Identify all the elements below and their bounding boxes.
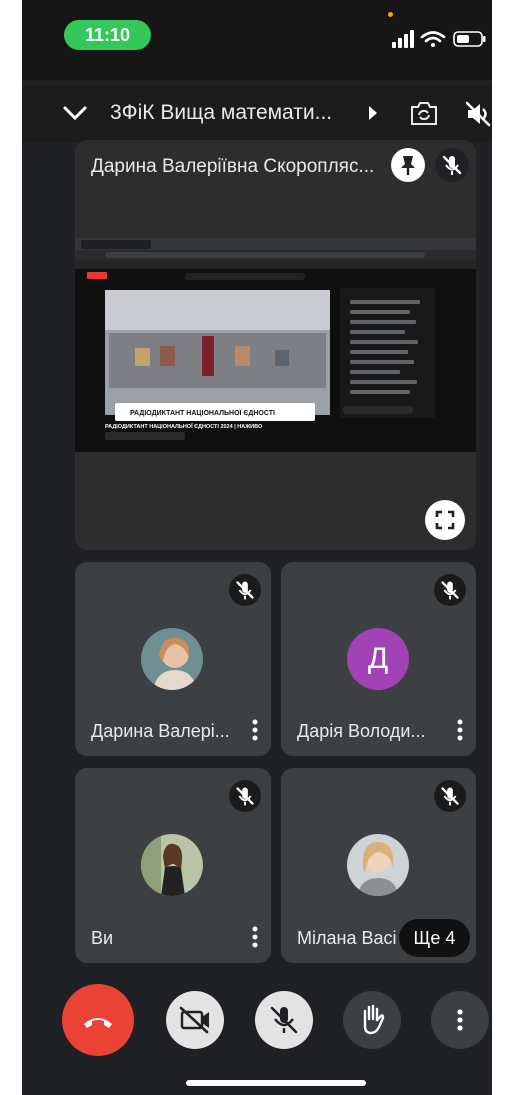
mic-off-icon [270, 1006, 298, 1034]
end-call-button[interactable] [62, 984, 134, 1056]
status-bar: 11:10 [22, 0, 492, 80]
shared-video-title: РАДІОДИКТАНТ НАЦІОНАЛЬНОЇ ЄДНОСТІ 2024 |… [105, 423, 263, 430]
end-call-icon [84, 1018, 112, 1028]
avatar: Д [347, 628, 409, 690]
pin-icon [401, 156, 415, 175]
phone-screen: 11:10 3ФіК Вища математи... Дарина Валер… [22, 0, 492, 1095]
mic-toggle-button[interactable] [255, 991, 313, 1049]
privacy-indicator [388, 12, 393, 17]
participant-name: Дарина Валері... [91, 721, 230, 741]
more-vert-icon[interactable] [251, 925, 259, 949]
participant-mic-status [434, 574, 466, 606]
mic-off-icon [442, 155, 462, 175]
raise-hand-button[interactable] [343, 991, 401, 1049]
avatar [141, 834, 203, 896]
more-vert-icon[interactable] [456, 718, 464, 742]
meeting-title[interactable]: 3ФіК Вища математи... [110, 101, 360, 125]
camera-toggle-button[interactable] [166, 991, 224, 1049]
chevron-right-icon[interactable] [368, 106, 378, 120]
home-indicator[interactable] [186, 1080, 366, 1086]
speaker-off-icon[interactable] [464, 100, 492, 128]
presenter-mic-status [435, 148, 469, 182]
wifi-icon [420, 31, 446, 47]
status-time: 11:10 [64, 20, 151, 50]
participant-tile[interactable]: Д Дарія Володи... [281, 562, 476, 756]
mic-off-icon [441, 787, 459, 806]
avatar [347, 834, 409, 896]
more-vert-icon[interactable] [251, 718, 259, 742]
participant-name: Ви [91, 928, 114, 948]
participant-mic-status [434, 780, 466, 812]
participant-name: Дарія Володи... [297, 721, 426, 741]
camera-off-icon [179, 1006, 209, 1034]
participant-mic-status [229, 780, 261, 812]
raise-hand-icon [363, 1004, 385, 1035]
shared-banner-text: РАДІОДИКТАНТ НАЦІОНАЛЬНОЇ ЄДНОСТІ [130, 409, 275, 417]
fullscreen-icon [435, 510, 455, 530]
more-vert-icon [457, 1009, 463, 1031]
participant-tile[interactable]: Дарина Валері... [75, 562, 271, 756]
battery-icon [453, 31, 486, 47]
pin-button[interactable] [391, 148, 425, 182]
presenter-name: Дарина Валеріївна Скоропляс... [91, 156, 375, 177]
mic-off-icon [236, 787, 254, 806]
status-icons [392, 28, 492, 50]
presenter-tile[interactable]: Дарина Валеріївна Скоропляс... РАДІОДИКТ… [75, 140, 476, 550]
participant-mic-status [229, 574, 261, 606]
signal-icon [392, 30, 414, 48]
mic-off-icon [441, 581, 459, 600]
more-options-button[interactable] [431, 991, 489, 1049]
meeting-top-bar: 3ФіК Вища математи... [22, 86, 492, 142]
mic-off-icon [236, 581, 254, 600]
camera-flip-icon[interactable] [410, 100, 438, 126]
participant-tile-self[interactable]: Ви [75, 768, 271, 963]
fullscreen-button[interactable] [425, 500, 465, 540]
chevron-down-icon[interactable] [62, 104, 88, 122]
shared-screen: РАДІОДИКТАНТ НАЦІОНАЛЬНОЇ ЄДНОСТІ РАДІОД… [75, 238, 476, 452]
more-participants-button[interactable]: Ще 4 [399, 919, 470, 957]
avatar [141, 628, 203, 690]
